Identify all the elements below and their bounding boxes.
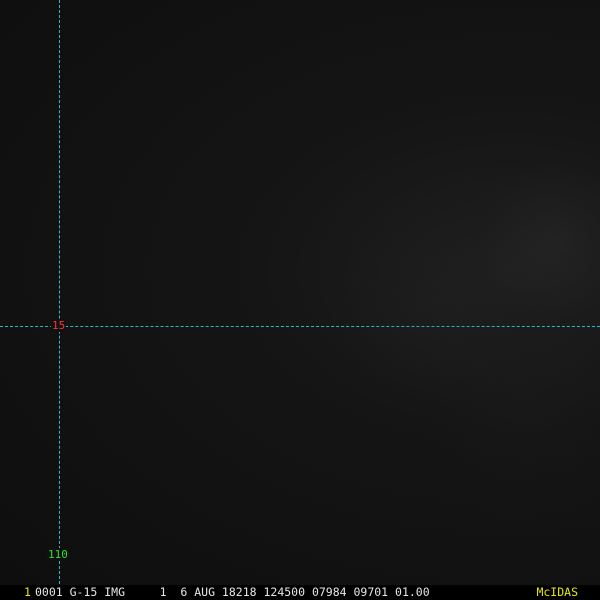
frame-number: 1: [24, 585, 31, 599]
longitude-grid-line: [59, 0, 60, 584]
longitude-label: 110: [47, 548, 69, 561]
satellite-image: 15 110: [0, 0, 600, 600]
latitude-grid-line: [0, 326, 600, 327]
image-info: 0001 G-15 IMG 1 6 AUG 18218 124500 07984…: [35, 585, 430, 599]
brand-label: McIDAS: [536, 585, 578, 599]
status-bar: 1 0001 G-15 IMG 1 6 AUG 18218 124500 079…: [0, 585, 600, 600]
latitude-label: 15: [51, 319, 67, 332]
